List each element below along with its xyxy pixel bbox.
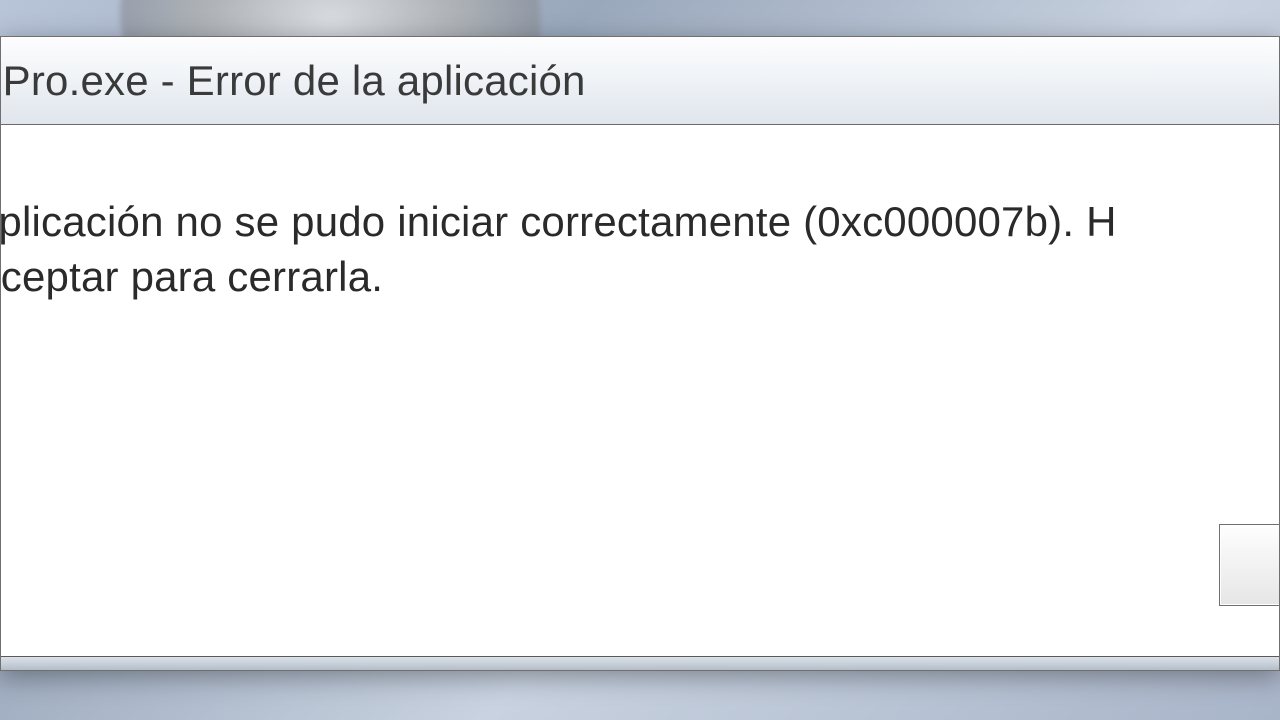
error-dialog: re Pro.exe - Error de la aplicación apli… [0, 36, 1280, 671]
dialog-titlebar[interactable]: re Pro.exe - Error de la aplicación [1, 37, 1279, 125]
dialog-button-row [1219, 522, 1279, 608]
dialog-title: re Pro.exe - Error de la aplicación [1, 57, 586, 105]
error-message-line2: Aceptar para cerrarla. [1, 253, 383, 300]
dialog-bottom-border [1, 656, 1279, 670]
error-message-line1: aplicación no se pudo iniciar correctame… [1, 198, 1117, 245]
error-message: aplicación no se pudo iniciar correctame… [1, 195, 1279, 304]
ok-button[interactable] [1219, 524, 1279, 606]
dialog-content: aplicación no se pudo iniciar correctame… [1, 125, 1279, 656]
